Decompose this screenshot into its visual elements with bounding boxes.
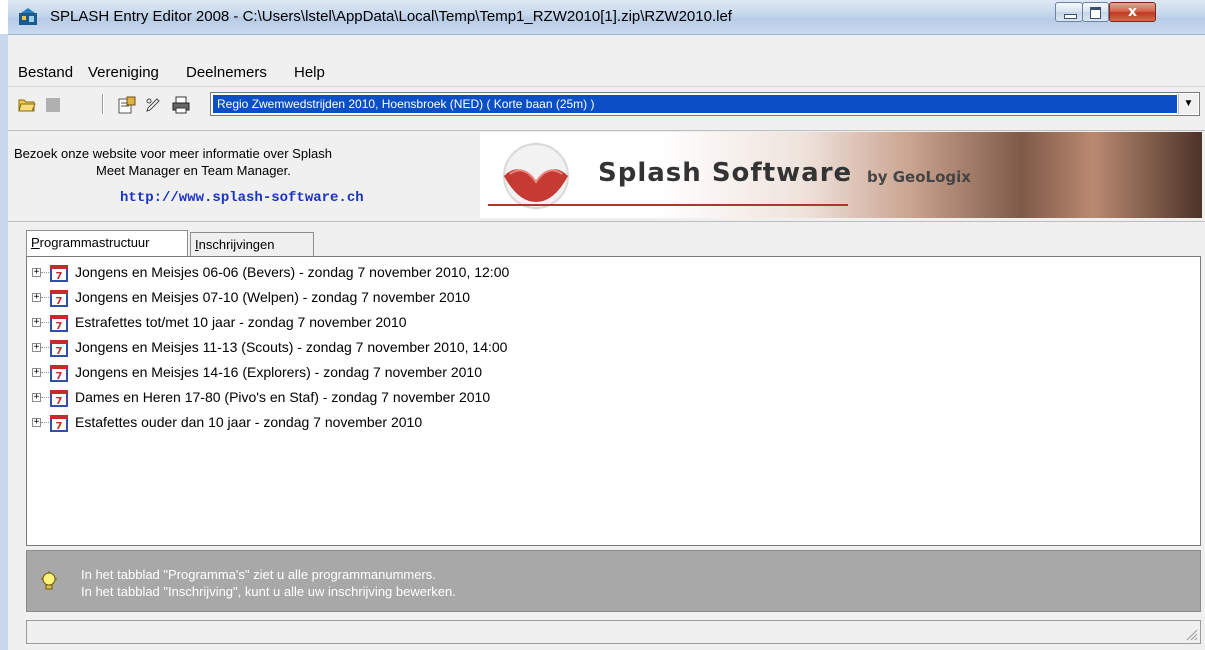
tree-connector bbox=[41, 297, 49, 298]
window-title: SPLASH Entry Editor 2008 - C:\Users\lste… bbox=[50, 8, 732, 25]
brand-underline bbox=[488, 204, 848, 206]
menu-bestand[interactable]: Bestand bbox=[18, 64, 73, 81]
banner-text-line2: Meet Manager en Team Manager. bbox=[96, 163, 291, 178]
expand-icon[interactable]: + bbox=[32, 268, 41, 277]
tree-connector bbox=[41, 272, 49, 273]
open-folder-icon[interactable] bbox=[18, 96, 36, 114]
maximize-icon bbox=[1090, 7, 1101, 19]
svg-text:7: 7 bbox=[56, 396, 63, 407]
lightbulb-icon bbox=[41, 571, 57, 590]
expand-icon[interactable]: + bbox=[32, 293, 41, 302]
close-icon: x bbox=[1127, 4, 1138, 20]
tree-item-label: Dames en Heren 17-80 (Pivo's en Staf) - … bbox=[75, 389, 491, 405]
app-icon bbox=[19, 8, 37, 25]
meet-select-value: Regio Zwemwedstrijden 2010, Hoensbroek (… bbox=[213, 95, 1177, 113]
tree-item-label: Jongens en Meisjes 11-13 (Scouts) - zond… bbox=[75, 339, 508, 355]
splash-logo-icon bbox=[503, 143, 569, 209]
splash-banner-image[interactable]: Splash Software by GeoLogix bbox=[480, 132, 1202, 218]
expand-icon[interactable]: + bbox=[32, 418, 41, 427]
tree-item-label: Jongens en Meisjes 14-16 (Explorers) - z… bbox=[75, 364, 483, 380]
expand-icon[interactable]: + bbox=[32, 393, 41, 402]
calendar-icon: 7 bbox=[50, 365, 68, 382]
print-icon[interactable] bbox=[172, 96, 190, 114]
svg-text:7: 7 bbox=[56, 421, 63, 432]
tab-label: nschrijvingen bbox=[198, 237, 275, 252]
hint-panel: In het tabblad "Programma's" ziet u alle… bbox=[26, 550, 1201, 612]
tree-item-label: Estrafettes tot/met 10 jaar - zondag 7 n… bbox=[75, 314, 407, 330]
calendar-icon: 7 bbox=[50, 415, 68, 432]
app-window: SPLASH Entry Editor 2008 - C:\Users\lste… bbox=[8, 0, 1205, 650]
tree-item-label: Estafettes ouder dan 10 jaar - zondag 7 … bbox=[75, 414, 423, 430]
minimize-icon bbox=[1064, 14, 1077, 19]
calendar-icon: 7 bbox=[50, 390, 68, 407]
brand-name: Splash Software bbox=[598, 158, 853, 188]
toolbar-separator bbox=[102, 94, 104, 114]
properties-icon[interactable] bbox=[118, 96, 136, 114]
website-link[interactable]: http://www.splash-software.ch bbox=[120, 190, 364, 206]
tree-connector bbox=[41, 372, 49, 373]
stop-icon[interactable] bbox=[44, 96, 62, 114]
tree-connector bbox=[41, 422, 49, 423]
close-button[interactable]: x bbox=[1109, 2, 1156, 22]
tab-programmastructuur[interactable]: Programmastructuur bbox=[26, 230, 188, 256]
meet-select[interactable]: Regio Zwemwedstrijden 2010, Hoensbroek (… bbox=[210, 92, 1200, 116]
minimize-button[interactable] bbox=[1055, 2, 1083, 22]
svg-text:7: 7 bbox=[56, 296, 63, 307]
calendar-icon: 7 bbox=[50, 315, 68, 332]
tab-accelerator: P bbox=[31, 235, 40, 250]
hint-line2: In het tabblad "Inschrijving", kunt u al… bbox=[81, 584, 456, 599]
edit-icon[interactable] bbox=[144, 96, 162, 114]
tree-connector bbox=[41, 347, 49, 348]
tab-inschrijvingen[interactable]: Inschrijvingen bbox=[190, 232, 314, 256]
calendar-icon: 7 bbox=[50, 265, 68, 282]
hint-line1: In het tabblad "Programma's" ziet u alle… bbox=[81, 567, 436, 582]
window-frame-edge bbox=[0, 34, 8, 650]
tree-item-label: Jongens en Meisjes 07-10 (Welpen) - zond… bbox=[75, 289, 471, 305]
menu-vereniging[interactable]: Vereniging bbox=[88, 64, 159, 81]
tree-connector bbox=[41, 322, 49, 323]
svg-text:7: 7 bbox=[56, 371, 63, 382]
svg-text:7: 7 bbox=[56, 346, 63, 357]
svg-text:7: 7 bbox=[56, 321, 63, 332]
menu-deelnemers[interactable]: Deelnemers bbox=[186, 64, 267, 81]
resize-grip-icon[interactable] bbox=[1184, 627, 1198, 641]
status-bar bbox=[26, 620, 1201, 644]
maximize-button[interactable] bbox=[1082, 2, 1109, 22]
banner-text-line1: Bezoek onze website voor meer informatie… bbox=[14, 146, 332, 161]
expand-icon[interactable]: + bbox=[32, 343, 41, 352]
svg-text:7: 7 bbox=[56, 271, 63, 282]
tree-connector bbox=[41, 397, 49, 398]
menu-help[interactable]: Help bbox=[294, 64, 325, 81]
expand-icon[interactable]: + bbox=[32, 318, 41, 327]
tab-label: rogrammastructuur bbox=[39, 235, 150, 250]
expand-icon[interactable]: + bbox=[32, 368, 41, 377]
title-bar[interactable]: SPLASH Entry Editor 2008 - C:\Users\lste… bbox=[8, 0, 1205, 35]
calendar-icon: 7 bbox=[50, 290, 68, 307]
brand-by: by GeoLogix bbox=[867, 168, 971, 186]
calendar-icon: 7 bbox=[50, 340, 68, 357]
tree-item-label: Jongens en Meisjes 06-06 (Bevers) - zond… bbox=[75, 264, 510, 280]
chevron-down-icon[interactable]: ▼ bbox=[1178, 94, 1198, 114]
program-tree[interactable]: +7 Jongens en Meisjes 06-06 (Bevers) - zo… bbox=[26, 256, 1201, 546]
